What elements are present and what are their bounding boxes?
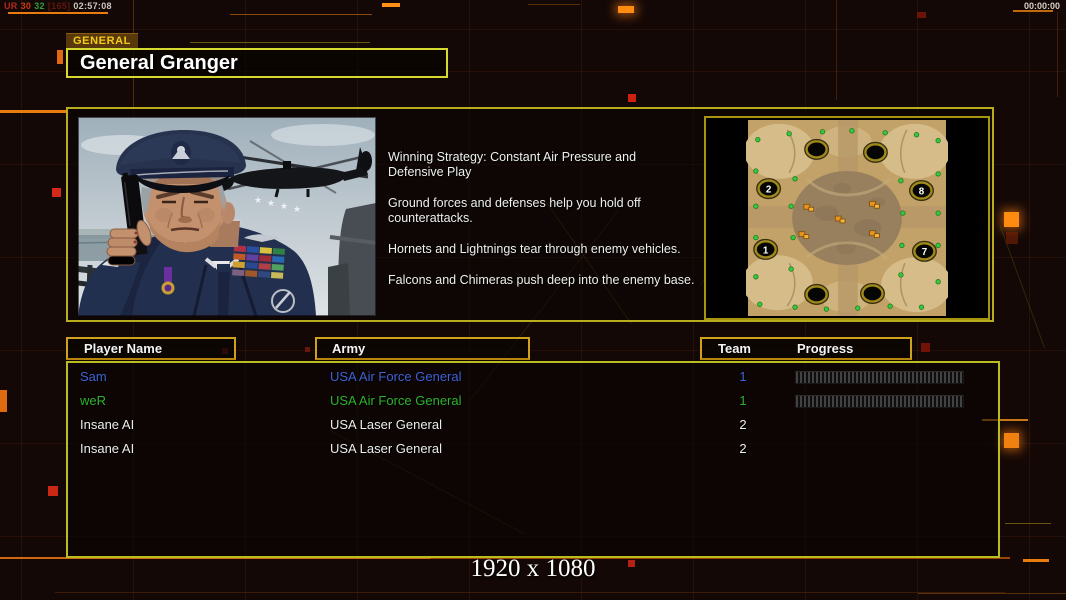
deco-line — [0, 110, 68, 113]
player-army: USA Laser General — [330, 413, 442, 437]
svg-text:★: ★ — [293, 204, 301, 214]
briefing-paragraph: Hornets and Lightnings tear through enem… — [388, 242, 710, 257]
player-name: Insane AI — [80, 413, 134, 437]
player-row: Insane AI USA Laser General 2 — [68, 413, 998, 437]
player-name: Insane AI — [80, 437, 134, 461]
deco-line — [836, 0, 837, 100]
deco-square — [618, 6, 634, 13]
deco-square — [305, 347, 310, 352]
progress-bar — [795, 371, 964, 384]
deco-square — [0, 390, 7, 412]
deco-line — [918, 593, 1066, 594]
column-header-army: Army — [315, 337, 530, 360]
deco-square — [917, 12, 926, 18]
loading-screen: UR3032[165]02:57:08 00:00:00 GENERAL Gen… — [0, 0, 1066, 600]
deco-line — [230, 14, 372, 15]
player-team: 1 — [732, 365, 754, 389]
debug-readout: UR3032[165]02:57:08 — [4, 1, 115, 11]
column-header-player-name: Player Name — [66, 337, 236, 360]
general-tab-label: GENERAL — [66, 33, 138, 49]
deco-square — [1006, 232, 1018, 244]
spawn-number: 7 — [922, 247, 928, 258]
deco-square — [628, 94, 636, 102]
progress-bar — [795, 395, 964, 408]
briefing-paragraph: Ground forces and defenses help you hold… — [388, 196, 710, 226]
resolution-label: 1920 x 1080 — [0, 555, 1066, 583]
deco-line — [1005, 523, 1051, 524]
player-army: USA Air Force General — [330, 389, 462, 413]
spawn-number: 2 — [766, 185, 772, 196]
spawn-number: 1 — [763, 245, 769, 256]
player-name: weR — [80, 389, 106, 413]
map-preview: 2 8 1 7 — [746, 120, 948, 316]
player-row: weR USA Air Force General 1 — [68, 389, 998, 413]
deco-square — [52, 188, 61, 197]
briefing-paragraph: Winning Strategy: Constant Air Pressure … — [388, 150, 710, 180]
player-army: USA Laser General — [330, 437, 442, 461]
deco-square — [921, 343, 930, 352]
svg-text:★: ★ — [267, 198, 275, 208]
column-header-team: Team — [718, 339, 751, 358]
game-clock: 00:00:00 — [1024, 1, 1060, 11]
general-portrait: ★ ★ ★ ★ — [78, 117, 376, 316]
svg-text:★: ★ — [280, 201, 288, 211]
deco-line — [8, 12, 108, 14]
player-row: Insane AI USA Laser General 2 — [68, 437, 998, 461]
deco-square — [382, 3, 400, 7]
debug-token: 32 — [34, 1, 45, 11]
deco-square — [1004, 433, 1019, 448]
player-name: Sam — [80, 365, 107, 389]
column-header-progress: Progress — [797, 339, 853, 358]
deco-line — [55, 592, 1005, 593]
general-name-title: General Granger — [66, 48, 448, 78]
debug-token: UR — [4, 1, 18, 11]
deco-square — [57, 50, 63, 64]
player-team: 2 — [732, 413, 754, 437]
svg-text:★: ★ — [254, 195, 262, 205]
column-header-team-progress: Team Progress — [700, 337, 912, 360]
general-portrait-art: ★ ★ ★ ★ — [78, 117, 376, 316]
player-roster-panel: Sam USA Air Force General 1 weR USA Air … — [66, 361, 1000, 558]
briefing-paragraph: Falcons and Chimeras push deep into the … — [388, 273, 710, 288]
strategy-briefing: Winning Strategy: Constant Air Pressure … — [388, 150, 710, 304]
deco-line — [1057, 12, 1058, 97]
player-team: 1 — [732, 389, 754, 413]
deco-line — [190, 42, 370, 43]
debug-token: 30 — [21, 1, 32, 11]
deco-line — [528, 4, 580, 5]
deco-square — [1004, 212, 1019, 227]
map-preview-frame: 2 8 1 7 — [704, 116, 990, 320]
spawn-number: 8 — [919, 186, 925, 197]
player-army: USA Air Force General — [330, 365, 462, 389]
debug-token: 02:57:08 — [73, 1, 111, 11]
player-team: 2 — [732, 437, 754, 461]
debug-token: [165] — [48, 1, 71, 11]
deco-square — [48, 486, 58, 496]
player-row: Sam USA Air Force General 1 — [68, 365, 998, 389]
